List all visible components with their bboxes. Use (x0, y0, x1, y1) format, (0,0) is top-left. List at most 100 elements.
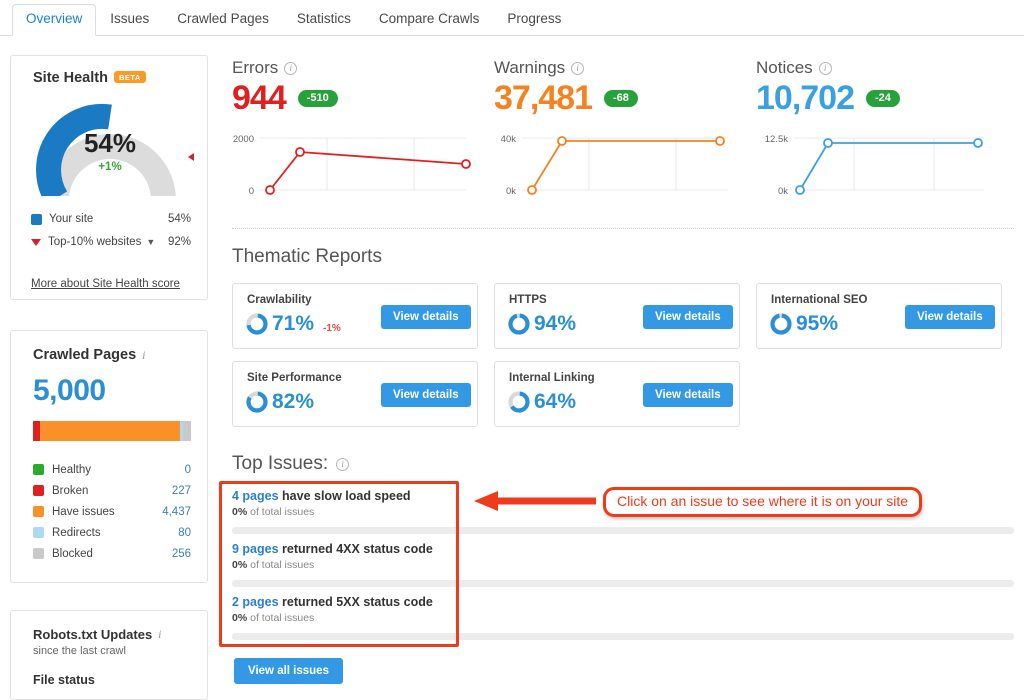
axis-bottom-errors: 0 (249, 186, 254, 197)
top-issues-heading: Top Issues: (232, 453, 328, 475)
view-details-button[interactable]: View details (643, 305, 733, 329)
thematic-card-pct: 82% (272, 390, 314, 414)
section-divider (232, 228, 1014, 229)
robots-title-text: Robots.txt Updates (33, 627, 152, 642)
tab-issues[interactable]: Issues (96, 4, 163, 36)
view-details-button[interactable]: View details (381, 383, 471, 407)
list-item[interactable]: Broken 227 (33, 480, 191, 501)
thematic-card-international-seo[interactable]: International SEO 95% View details (756, 283, 1002, 349)
label-have-issues: Have issues (52, 506, 115, 518)
tab-compare-crawls[interactable]: Compare Crawls (365, 4, 494, 36)
swatch-healthy (33, 464, 44, 475)
annotation-arrow-icon (470, 489, 600, 513)
thematic-card-crawlability[interactable]: Crawlability 71% -1% View details (232, 283, 478, 349)
tab-statistics[interactable]: Statistics (283, 4, 365, 36)
metric-errors: Errors i 944 -510 2000 0 (232, 58, 480, 213)
metric-notices: Notices i 10,702 -24 12.5k 0k (756, 58, 1004, 213)
metric-notices-value: 10,702 (756, 81, 854, 115)
issue-pct: 0% (232, 506, 247, 518)
issue-sub-label: of total issues (250, 559, 314, 571)
info-icon[interactable]: i (142, 348, 145, 363)
info-icon[interactable]: i (284, 62, 297, 75)
issue-text: returned 4XX status code (282, 542, 433, 556)
gauge-center: 54% +1% (29, 92, 191, 196)
benchmark-marker-icon (188, 153, 194, 161)
metric-notices-value-row: 10,702 -24 (756, 81, 1004, 115)
issue-progress-bar-3 (232, 633, 1014, 640)
robots-file-status: File status (33, 673, 95, 687)
thematic-card-internal-linking[interactable]: Internal Linking 64% View details (494, 361, 740, 427)
list-item[interactable]: Healthy 0 (33, 459, 191, 480)
thematic-card-title: Crawlability (247, 294, 312, 306)
sparkline-errors: 2000 0 (232, 126, 480, 204)
thematic-card-body: 64% (507, 390, 585, 414)
top-issues-heading-row: Top Issues: i (232, 453, 349, 475)
ring-progress-icon (507, 312, 531, 336)
legend-top10[interactable]: Top-10% websites ▼ 92% (31, 236, 191, 248)
bar-seg-have-issues (40, 421, 180, 441)
thematic-card-site-performance[interactable]: Site Performance 82% View details (232, 361, 478, 427)
site-health-title: Site Health BETA (33, 70, 146, 86)
swatch-have-issues (33, 506, 44, 517)
issue-item-2[interactable]: 9 pages returned 4XX status code 0% of t… (232, 542, 1014, 571)
list-item[interactable]: Have issues 4,437 (33, 501, 191, 522)
value-have-issues: 4,437 (162, 506, 191, 518)
axis-bottom-notices: 0k (778, 186, 788, 197)
issue-pct: 0% (232, 559, 247, 571)
issue-count[interactable]: 4 pages (232, 489, 279, 503)
issue-title[interactable]: 2 pages returned 5XX status code (232, 595, 1014, 609)
info-icon[interactable]: i (571, 62, 584, 75)
tab-overview[interactable]: Overview (12, 4, 96, 36)
issue-count[interactable]: 9 pages (232, 542, 279, 556)
issue-count[interactable]: 2 pages (232, 595, 279, 609)
metric-warnings-value: 37,481 (494, 81, 592, 115)
swatch-blocked (33, 548, 44, 559)
beta-badge: BETA (114, 71, 146, 83)
issue-pct: 0% (232, 612, 247, 624)
site-health-panel: Site Health BETA 54% +1% Your site 54% T… (10, 55, 208, 300)
axis-bottom-warnings: 0k (506, 186, 516, 197)
view-details-button[interactable]: View details (381, 305, 471, 329)
tab-progress[interactable]: Progress (493, 4, 575, 36)
thematic-card-title: International SEO (771, 294, 868, 306)
issue-progress-bar-1 (232, 527, 1014, 534)
value-blocked: 256 (172, 548, 191, 560)
view-details-button[interactable]: View details (643, 383, 733, 407)
issue-title[interactable]: 9 pages returned 4XX status code (232, 542, 1014, 556)
metric-errors-label: Errors (232, 58, 278, 78)
issue-sub-label: of total issues (250, 612, 314, 624)
metric-warnings-delta: -68 (604, 90, 638, 107)
issue-text: have slow load speed (282, 489, 411, 503)
list-item[interactable]: Redirects 80 (33, 522, 191, 543)
tab-crawled-pages[interactable]: Crawled Pages (163, 4, 283, 36)
issue-subtext: 0% of total issues (232, 612, 1014, 624)
sparkline-warnings: 40k 0k (494, 126, 742, 204)
crawled-pages-title-text: Crawled Pages (33, 347, 136, 363)
axis-top-errors: 2000 (233, 134, 254, 145)
view-details-button[interactable]: View details (905, 305, 995, 329)
legend-label-your-site: Your site (49, 213, 93, 225)
info-icon[interactable]: i (819, 62, 832, 75)
info-icon[interactable]: i (158, 627, 161, 642)
tab-bar: Overview Issues Crawled Pages Statistics… (0, 0, 1024, 36)
list-item[interactable]: Blocked 256 (33, 543, 191, 564)
chevron-down-icon[interactable]: ▼ (146, 237, 155, 247)
metric-notices-label: Notices (756, 58, 813, 78)
thematic-card-https[interactable]: HTTPS 94% View details (494, 283, 740, 349)
info-icon[interactable]: i (336, 458, 349, 471)
value-healthy: 0 (185, 464, 191, 476)
thematic-card-pct: 95% (796, 312, 838, 336)
thematic-reports-heading: Thematic Reports (232, 246, 382, 268)
more-about-site-health-link[interactable]: More about Site Health score (31, 278, 180, 290)
issue-sub-label: of total issues (250, 506, 314, 518)
site-health-score: 54% (84, 130, 136, 156)
annotation-callout: Click on an issue to see where it is on … (603, 487, 922, 517)
value-broken: 227 (172, 485, 191, 497)
thematic-card-title: Internal Linking (509, 372, 595, 384)
robots-txt-panel: Robots.txt Updates i since the last craw… (10, 610, 208, 700)
robots-title: Robots.txt Updates i (33, 627, 162, 642)
ring-progress-icon (245, 312, 269, 336)
view-all-issues-button[interactable]: View all issues (234, 658, 343, 684)
legend-your-site: Your site 54% (31, 213, 191, 225)
issue-item-3[interactable]: 2 pages returned 5XX status code 0% of t… (232, 595, 1014, 624)
